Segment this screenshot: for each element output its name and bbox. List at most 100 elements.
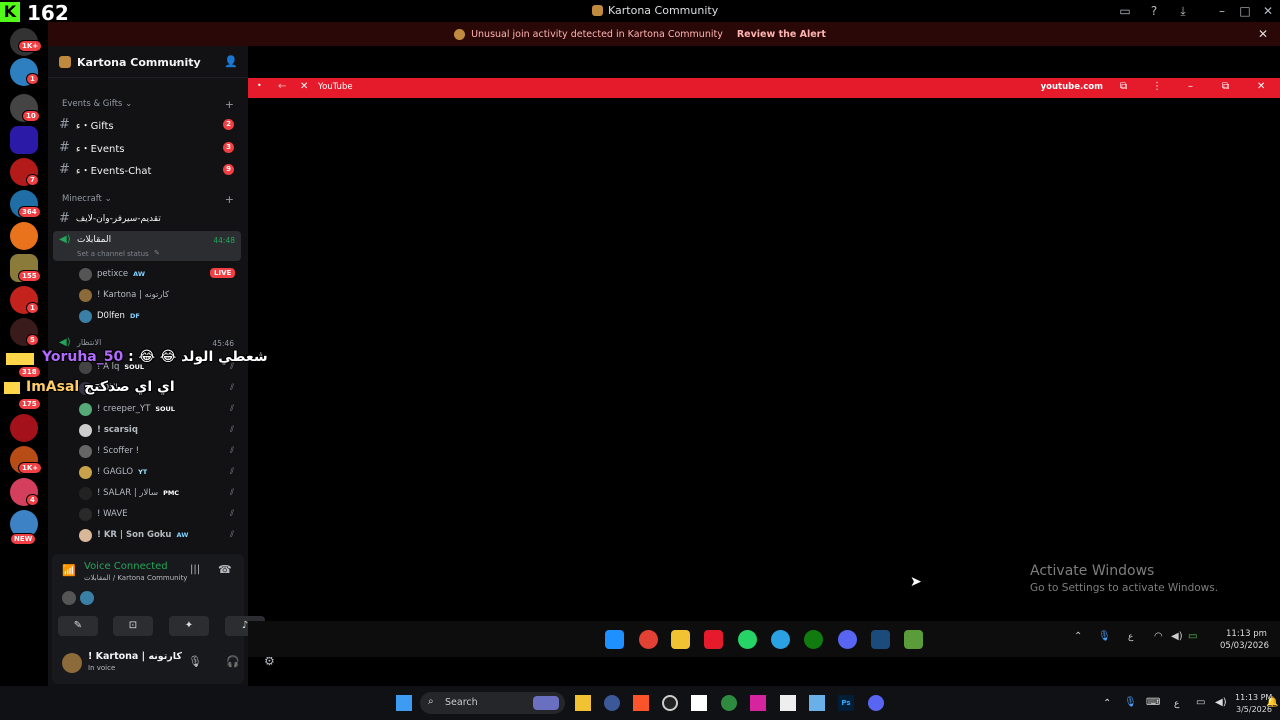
microphone-icon[interactable]: 🎙 (188, 655, 202, 668)
volume-icon[interactable]: ◀) (1215, 697, 1227, 708)
instagram-icon[interactable] (750, 695, 766, 711)
user-avatar[interactable] (62, 653, 82, 673)
chrome-icon[interactable] (639, 630, 658, 649)
maximize-icon[interactable]: □ (1238, 4, 1252, 18)
headphones-icon[interactable]: 🎧 (226, 655, 240, 668)
signal-icon[interactable]: 📶 (62, 564, 76, 577)
capcut-icon[interactable] (691, 695, 707, 711)
brave-icon[interactable] (633, 695, 649, 711)
channel-events[interactable]: # ء・Events (59, 140, 124, 155)
battery-icon[interactable]: ▭ (1188, 631, 1197, 642)
add-channel-icon[interactable]: + (225, 98, 234, 111)
channel-events-chat[interactable]: # ء・Events-Chat (59, 162, 151, 177)
voice-user[interactable]: petixce AW (79, 265, 145, 283)
app-icon[interactable] (780, 695, 796, 711)
discord-icon[interactable] (868, 695, 884, 711)
server-badge: 364 (18, 206, 41, 218)
taskbar-search[interactable]: ⌕ Search (420, 692, 565, 714)
input-language[interactable]: ع (1174, 699, 1179, 709)
clock-date[interactable]: 05/03/2026 (1220, 641, 1269, 651)
server-icon[interactable] (10, 222, 38, 250)
app-icon[interactable] (604, 695, 620, 711)
chevron-up-icon[interactable]: ⌃ (1103, 698, 1111, 709)
keyboard-icon[interactable]: ⌨ (1146, 697, 1160, 708)
whatsapp-icon[interactable] (738, 630, 757, 649)
file-explorer-icon[interactable] (575, 695, 591, 711)
windows-start-icon[interactable] (605, 630, 624, 649)
badge-icon (4, 382, 20, 394)
close-icon[interactable]: ✕ (1261, 4, 1275, 18)
category-minecraft[interactable]: Minecraft ⌄ (62, 194, 112, 204)
channel-gifts[interactable]: # ء・Gifts (59, 117, 114, 132)
chat-username: ImAsal (26, 379, 80, 395)
voice-user[interactable]: ! WAVE (79, 505, 128, 523)
category-events[interactable]: Events & Gifts ⌄ (62, 99, 132, 109)
volume-icon[interactable]: ◀) (1171, 631, 1183, 642)
display-icon[interactable]: ▭ (1196, 697, 1205, 708)
alert-close-icon[interactable]: ✕ (1258, 27, 1268, 41)
server-icon (592, 5, 603, 16)
more-options-icon[interactable]: ⋮ (1152, 81, 1162, 92)
voice-user[interactable]: ! GAGLO YT (79, 463, 147, 481)
screen-share-icon[interactable]: ⊡ (113, 616, 153, 636)
xbox-icon[interactable] (804, 630, 823, 649)
invite-icon[interactable]: 👤 (224, 55, 238, 68)
disconnect-icon[interactable]: ☎ (218, 563, 232, 576)
clock-time[interactable]: 11:13 pm (1226, 629, 1267, 639)
photoshop-icon[interactable]: Ps (838, 695, 854, 711)
review-alert-link[interactable]: Review the Alert (737, 29, 826, 40)
server-icon[interactable] (10, 126, 38, 154)
minimize-icon[interactable]: – (1188, 81, 1193, 92)
activities-icon[interactable]: ✦ (169, 616, 209, 636)
discord-icon[interactable] (838, 630, 857, 649)
chevron-up-icon[interactable]: ⌃ (1074, 631, 1082, 642)
minimize-icon[interactable]: – (1215, 4, 1229, 18)
steam-icon[interactable] (871, 630, 890, 649)
inbox-icon[interactable]: ▭ (1118, 4, 1132, 18)
voice-user[interactable]: D0lfen DF (79, 307, 140, 325)
minecraft-icon[interactable] (904, 630, 923, 649)
back-icon[interactable]: ← (278, 81, 286, 92)
voice-channel-name[interactable]: الانتظار (77, 338, 101, 347)
help-icon[interactable]: ? (1147, 4, 1161, 18)
server-header[interactable]: Kartona Community ⌄ 👤 (48, 46, 248, 78)
microphone-icon[interactable]: 🎙 (1098, 631, 1111, 642)
noise-suppression-icon[interactable]: ||| (190, 564, 200, 575)
file-explorer-icon[interactable] (671, 630, 690, 649)
mic-muted-icon: ⫽ (229, 383, 234, 393)
add-channel-icon[interactable]: + (225, 193, 234, 206)
extension-icon[interactable]: ⧉ (1120, 81, 1127, 92)
youtube-icon[interactable] (704, 630, 723, 649)
calculator-icon[interactable] (809, 695, 825, 711)
telegram-icon[interactable] (771, 630, 790, 649)
voice-user[interactable]: ! Kartona | كارتونه (79, 286, 169, 304)
voice-user[interactable]: ! KR | Son Goku AW (79, 526, 188, 544)
voice-status[interactable]: Voice Connected (84, 561, 168, 572)
voice-channel-interviews[interactable]: ◀) المقابلات 44:48 Set a channel status … (53, 231, 241, 261)
chatgpt-icon[interactable] (662, 695, 678, 711)
spotify-icon[interactable] (721, 695, 737, 711)
voice-user[interactable]: ! SALAR | سالار PMC (79, 484, 179, 502)
stop-icon[interactable]: ✕ (300, 81, 308, 92)
close-icon[interactable]: ✕ (1257, 81, 1265, 92)
wifi-icon[interactable]: ◠ (1154, 631, 1163, 642)
camera-off-icon[interactable]: ✎ (58, 616, 98, 636)
voice-user[interactable]: ! scarsiq (79, 421, 138, 439)
chat-message: ImAsal اي اي صدكتج (26, 379, 175, 395)
channel-apply[interactable]: # تقديم-سيرفر-وان-لايف (59, 211, 161, 226)
notifications-icon[interactable]: 🔔 (1266, 697, 1278, 708)
channel-status[interactable]: Set a channel status (77, 250, 149, 258)
url-display[interactable]: youtube.com (1041, 82, 1103, 92)
windows-start-icon[interactable] (396, 695, 412, 711)
input-language[interactable]: ع (1128, 632, 1133, 642)
microphone-icon[interactable]: 🎙 (1124, 697, 1137, 708)
mic-muted-icon: ⫽ (229, 488, 234, 498)
voice-user[interactable]: ! creeper_YT SOUL (79, 400, 175, 418)
voice-user[interactable]: ! Scoffer ! (79, 442, 139, 460)
pencil-icon[interactable]: ✎ (154, 249, 160, 257)
download-icon[interactable]: ⤓ (1176, 4, 1190, 18)
server-icon[interactable] (10, 414, 38, 442)
chevron-down-icon: ⌄ (172, 55, 181, 66)
alert-icon (454, 28, 466, 40)
maximize-icon[interactable]: ⧉ (1222, 81, 1229, 92)
